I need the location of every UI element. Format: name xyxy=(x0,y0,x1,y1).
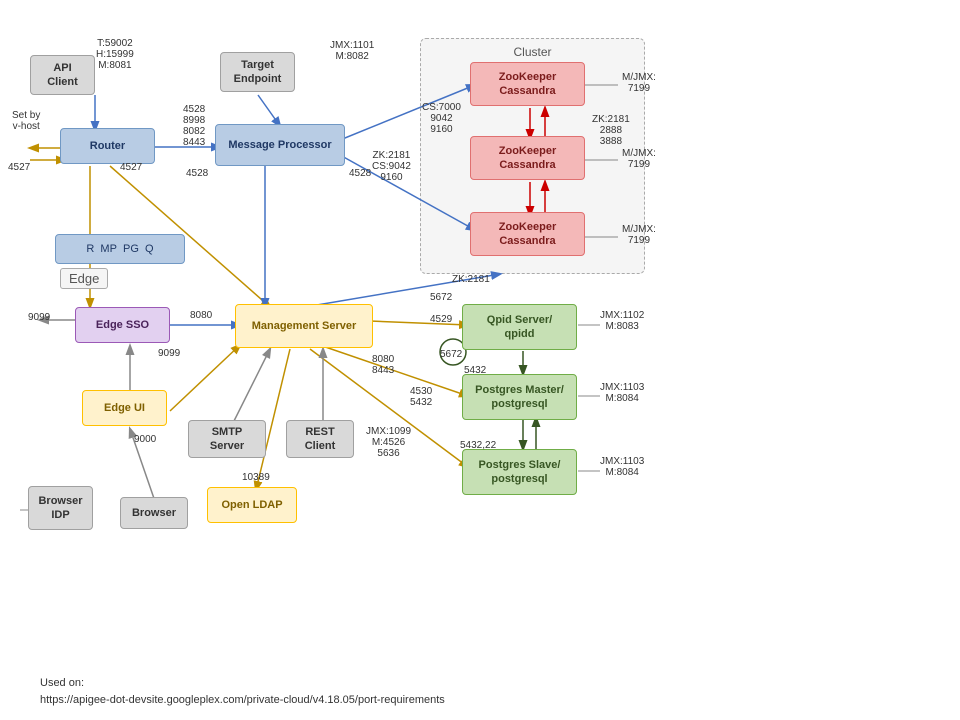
zk-cass1-node: ZooKeeperCassandra xyxy=(470,62,585,106)
edge-sso-node: Edge SSO xyxy=(75,307,170,343)
label-4527-left: 4527 xyxy=(8,162,30,173)
label-9000: 9000 xyxy=(134,434,156,445)
label-4527-right: 4527 xyxy=(120,162,142,173)
edge-ui-node: Edge UI xyxy=(82,390,167,426)
api-client-node: APIClient xyxy=(30,55,95,95)
label-jmx-pg-slave: JMX:1103M:8084 xyxy=(600,456,644,478)
label-jmx-mgmt: JMX:1099M:45265636 xyxy=(366,426,411,459)
postgres-master-node: Postgres Master/postgresql xyxy=(462,374,577,420)
target-endpoint-node: TargetEndpoint xyxy=(220,52,295,92)
label-mjmx1: M/JMX:7199 xyxy=(622,72,656,94)
label-9099-right: 9099 xyxy=(158,348,180,359)
label-4528-right: 4528 xyxy=(349,168,371,179)
r-mp-pg-q-node: R MP PG Q xyxy=(55,234,185,264)
postgres-slave-node: Postgres Slave/postgresql xyxy=(462,449,577,495)
label-5672-circle: 5672 xyxy=(440,349,462,360)
architecture-diagram: Cluster xyxy=(0,0,960,660)
footer-line2: https://apigee-dot-devsite.googleplex.co… xyxy=(40,694,445,706)
label-jmx-pg-master: JMX:1103M:8084 xyxy=(600,382,644,404)
smtp-server-node: SMTPServer xyxy=(188,420,266,458)
label-5672-top: 5672 xyxy=(430,292,452,303)
label-set-vhost: Set byv-host xyxy=(12,110,40,132)
label-4529: 4529 xyxy=(430,314,452,325)
label-api-ports: T:59002H:15999M:8081 xyxy=(96,38,134,71)
footer-line1: Used on: xyxy=(40,677,84,689)
browser-idp-node: BrowserIDP xyxy=(28,486,93,530)
label-zk2181-qpid: ZK:2181 xyxy=(452,274,490,285)
label-8080-8443: 80808443 xyxy=(372,354,394,376)
management-server-node: Management Server xyxy=(235,304,373,348)
label-mp-ports: 4528899880828443 xyxy=(183,104,205,148)
label-9099-left: 9099 xyxy=(28,312,50,323)
label-mjmx2: M/JMX:7199 xyxy=(622,148,656,170)
label-4528-between: 4528 xyxy=(186,168,208,179)
label-5432-top: 5432 xyxy=(464,365,486,376)
cluster-title: Cluster xyxy=(421,45,644,59)
browser-node: Browser xyxy=(120,497,188,529)
label-target-ports: JMX:1101M:8082 xyxy=(330,40,374,62)
message-processor-node: Message Processor xyxy=(215,124,345,166)
label-mjmx3: M/JMX:7199 xyxy=(622,224,656,246)
label-4530-5432: 45305432 xyxy=(410,386,432,408)
label-5432-22: 5432,22 xyxy=(460,440,496,451)
label-10389: 10389 xyxy=(242,472,270,483)
zk-cass3-node: ZooKeeperCassandra xyxy=(470,212,585,256)
open-ldap-node: Open LDAP xyxy=(207,487,297,523)
footer: Used on: https://apigee-dot-devsite.goog… xyxy=(40,675,445,710)
zk-cass2-node: ZooKeeperCassandra xyxy=(470,136,585,180)
edge-label: Edge xyxy=(60,268,108,289)
router-node: Router xyxy=(60,128,155,164)
rest-client-node: RESTClient xyxy=(286,420,354,458)
label-8080: 8080 xyxy=(190,310,212,321)
qpid-node: Qpid Server/qpidd xyxy=(462,304,577,350)
label-zk-ports: ZK:218128883888 xyxy=(592,114,630,147)
label-cs-ports: CS:700090429160 xyxy=(422,102,461,135)
label-zk-cs-ports: ZK:2181CS:90429160 xyxy=(372,150,411,183)
label-jmx-qpid: JMX:1102M:8083 xyxy=(600,310,644,332)
